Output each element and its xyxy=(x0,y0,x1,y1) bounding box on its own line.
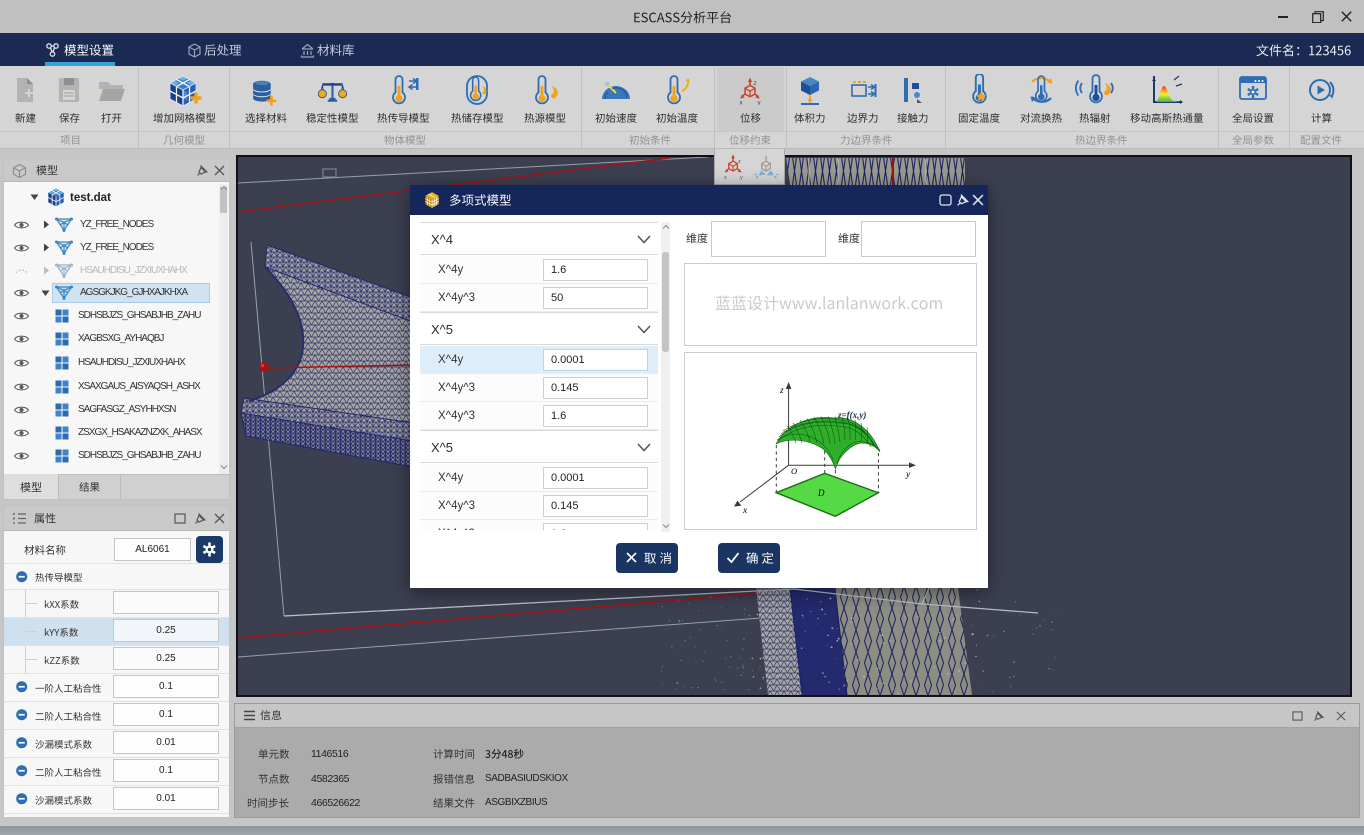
svg-text:D: D xyxy=(817,488,825,498)
svg-text:z: z xyxy=(754,81,757,87)
svg-text:z: z xyxy=(738,159,741,165)
svg-text:O: O xyxy=(791,466,797,476)
svg-text:x: x xyxy=(724,175,727,180)
svg-text:x: x xyxy=(740,101,743,106)
svg-text:y: y xyxy=(905,470,911,480)
svg-text:y: y xyxy=(758,101,761,106)
svg-text:x: x xyxy=(742,506,748,516)
svg-text:z=f(x,y): z=f(x,y) xyxy=(837,410,866,420)
svg-text:y: y xyxy=(740,175,743,180)
svg-text:z: z xyxy=(779,386,784,396)
